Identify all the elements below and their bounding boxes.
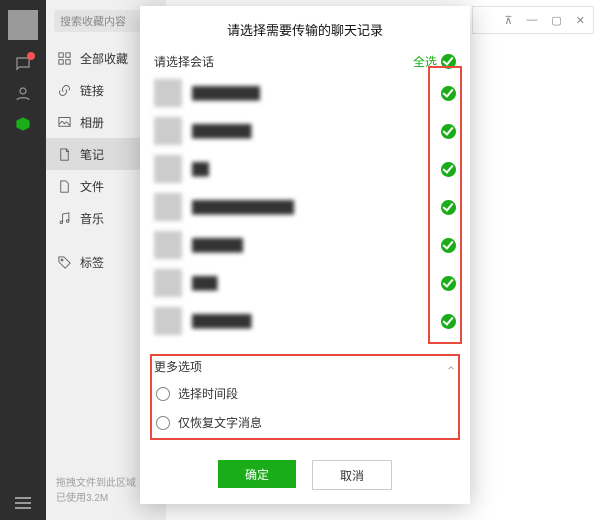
sidebar-item-label: 标签 [80, 254, 104, 271]
chevron-up-icon [446, 362, 456, 372]
modal-buttons: 确定 取消 [140, 460, 470, 490]
cancel-button[interactable]: 取消 [312, 460, 392, 490]
window-controls: ⊼ — ▢ ✕ [472, 6, 594, 34]
chat-name: ███████ [192, 124, 441, 138]
nav-rail [0, 0, 46, 520]
option-text-only[interactable]: 仅恢复文字消息 [154, 408, 456, 437]
sidebar-item-label: 相册 [80, 114, 104, 131]
chat-list: ████████ ███████ ██ ████████████ ██████ … [140, 74, 470, 346]
sidebar-item-label: 全部收藏 [80, 50, 128, 67]
maximize-icon[interactable]: ▢ [551, 14, 561, 27]
link-icon [56, 82, 72, 98]
contacts-icon[interactable] [13, 84, 33, 104]
select-all-button[interactable]: 全选 [413, 53, 456, 70]
chat-avatar [154, 269, 182, 297]
chat-row[interactable]: ████████ [154, 74, 456, 112]
more-options: 更多选项 选择时间段 仅恢复文字消息 [154, 354, 456, 437]
check-icon[interactable] [441, 162, 456, 177]
radio-icon [156, 387, 170, 401]
more-options-toggle[interactable]: 更多选项 [154, 354, 456, 379]
chat-avatar [154, 155, 182, 183]
file-icon [56, 178, 72, 194]
check-icon [441, 54, 456, 69]
confirm-button[interactable]: 确定 [218, 460, 296, 488]
check-icon[interactable] [441, 86, 456, 101]
sidebar-item-label: 笔记 [80, 146, 104, 163]
chat-avatar [154, 231, 182, 259]
close-icon[interactable]: ✕ [576, 14, 585, 27]
check-icon[interactable] [441, 124, 456, 139]
music-icon [56, 210, 72, 226]
pin-icon[interactable]: ⊼ [504, 14, 512, 27]
chat-icon[interactable] [13, 54, 33, 74]
chat-row[interactable]: ████████████ [154, 188, 456, 226]
check-icon[interactable] [441, 200, 456, 215]
chat-name: ████████████ [192, 200, 441, 214]
search-placeholder: 搜索收藏内容 [60, 13, 126, 29]
chat-row[interactable]: ██████ [154, 226, 456, 264]
chat-avatar [154, 79, 182, 107]
radio-icon [156, 416, 170, 430]
chat-name: ██ [192, 162, 441, 176]
check-icon[interactable] [441, 238, 456, 253]
menu-icon[interactable] [0, 494, 46, 512]
minimize-icon[interactable]: — [526, 14, 537, 26]
sidebar-item-label: 文件 [80, 178, 104, 195]
chat-row[interactable]: ███ [154, 264, 456, 302]
sidebar-item-label: 链接 [80, 82, 104, 99]
check-icon[interactable] [441, 276, 456, 291]
select-session-label: 请选择会话 [154, 53, 214, 70]
note-icon [56, 146, 72, 162]
chat-row[interactable]: ██ [154, 150, 456, 188]
chat-row[interactable]: ███████ [154, 302, 456, 340]
unread-badge [27, 52, 35, 60]
chat-name: ███████ [192, 314, 441, 328]
image-icon [56, 114, 72, 130]
transfer-chat-modal: 请选择需要传输的聊天记录 请选择会话 全选 ████████ ███████ █… [140, 6, 470, 504]
option-time-range[interactable]: 选择时间段 [154, 379, 456, 408]
chat-avatar [154, 117, 182, 145]
chat-name: ███ [192, 276, 441, 290]
chat-row[interactable]: ███████ [154, 112, 456, 150]
avatar[interactable] [8, 10, 38, 40]
chat-avatar [154, 193, 182, 221]
favorites-icon[interactable] [13, 114, 33, 134]
chat-avatar [154, 307, 182, 335]
chat-name: ██████ [192, 238, 441, 252]
chat-name: ████████ [192, 86, 441, 100]
check-icon[interactable] [441, 314, 456, 329]
tag-icon [56, 254, 72, 270]
sidebar-item-label: 音乐 [80, 210, 104, 227]
modal-title: 请选择需要传输的聊天记录 [140, 6, 470, 49]
grid-icon [56, 50, 72, 66]
